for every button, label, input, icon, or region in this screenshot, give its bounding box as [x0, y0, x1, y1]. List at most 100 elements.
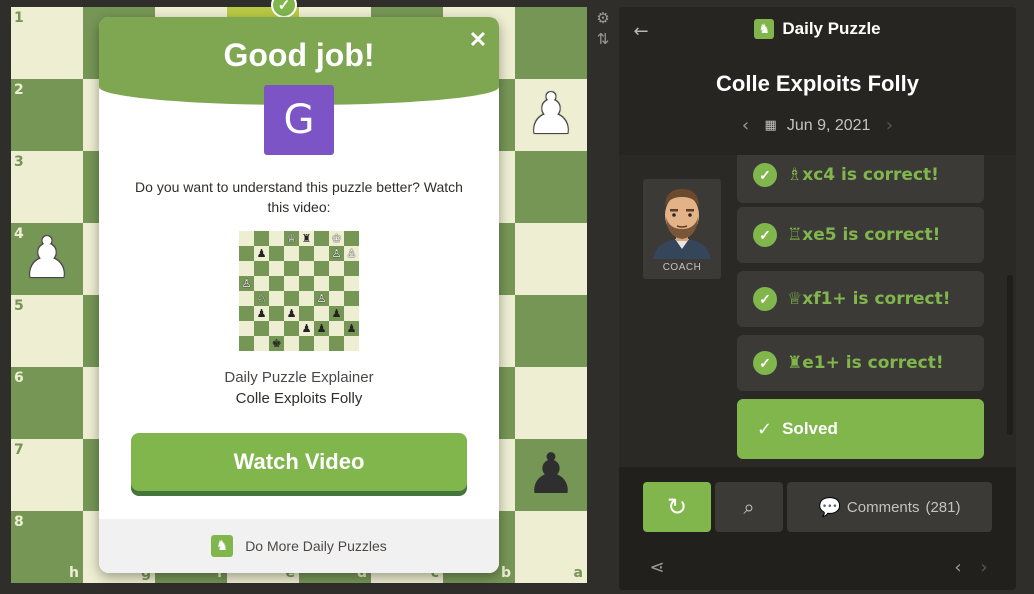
mini-board-square — [314, 276, 329, 291]
mini-board-square — [254, 276, 269, 291]
mini-board-square — [344, 276, 359, 291]
board-square-h1[interactable]: 1 — [11, 7, 83, 79]
feedback-message: ✓ ♗xc4 is correct! — [737, 155, 984, 203]
coach-face-icon — [643, 179, 721, 259]
mini-board-square — [269, 276, 284, 291]
calendar-icon: ▦ — [764, 118, 777, 133]
board-square-h2[interactable]: 2 — [11, 79, 83, 151]
chess-piece[interactable]: ♟ — [11, 223, 83, 295]
mini-board-square — [269, 321, 284, 336]
board-square-h7[interactable]: 7 — [11, 439, 83, 511]
mini-board-square — [344, 291, 359, 306]
mini-board-square: ♕ — [284, 231, 299, 246]
mini-board-square — [254, 261, 269, 276]
next-icon[interactable]: › — [975, 557, 993, 578]
coach-feedback-area[interactable]: COACH ✓ ♗xc4 is correct! ✓ ♖xe5 is corre… — [619, 155, 1016, 467]
feedback-text: ♕xf1+ is correct! — [787, 289, 951, 309]
more-daily-puzzles-link[interactable]: ♞ Do More Daily Puzzles — [99, 519, 499, 573]
chat-bubble-icon: 💬 — [818, 496, 841, 518]
video-thumbnail[interactable]: ♕ ♜ ♔ ♟ ♙ ♙ ♙ ♘ ♙ ♟ ♟ ♟ ♟ ♟ ♟ ♚ — [239, 231, 359, 351]
mini-board-square — [329, 276, 344, 291]
mini-board-square: ♟ — [284, 306, 299, 321]
flip-board-icon[interactable]: ⇅ — [595, 30, 611, 48]
mini-board-square: ♟ — [344, 321, 359, 336]
mini-board-square — [269, 246, 284, 261]
mini-board-square — [239, 306, 254, 321]
feedback-text: ♜e1+ is correct! — [787, 353, 944, 373]
mini-board-square: ♙ — [344, 246, 359, 261]
mini-board-square — [299, 276, 314, 291]
video-label: Daily Puzzle Explainer — [224, 369, 374, 386]
mini-board-square — [329, 321, 344, 336]
analysis-button[interactable]: ⌕ — [715, 482, 783, 532]
rank-label: 3 — [14, 154, 24, 170]
mini-board-square — [269, 231, 284, 246]
mini-board-square — [284, 291, 299, 306]
video-prompt-text: Do you want to understand this puzzle be… — [135, 179, 463, 215]
board-square-a1[interactable] — [515, 7, 587, 79]
gear-icon[interactable]: ⚙ — [595, 9, 611, 27]
daily-puzzle-icon: ♞ — [211, 535, 234, 557]
chevron-left-icon[interactable]: ‹ — [737, 115, 755, 136]
board-square-a3[interactable] — [515, 151, 587, 223]
mini-board-square — [344, 231, 359, 246]
mini-board-square — [284, 261, 299, 276]
puzzle-date[interactable]: Jun 9, 2021 — [787, 117, 871, 135]
board-square-a7[interactable]: ♟ — [515, 439, 587, 511]
mini-board-square — [329, 336, 344, 351]
mini-board-square — [269, 261, 284, 276]
puzzle-name: Colle Exploits Folly — [716, 71, 919, 96]
mini-board-square — [299, 291, 314, 306]
board-square-a5[interactable] — [515, 295, 587, 367]
board-square-h8[interactable]: 8h — [11, 511, 83, 583]
board-square-a4[interactable] — [515, 223, 587, 295]
rank-label: 6 — [14, 370, 24, 386]
mini-board-square — [254, 336, 269, 351]
previous-icon[interactable]: ‹ — [949, 557, 967, 578]
daily-puzzle-app: 1♜♜2♟34♟5♟67♟8hg♟fedcba ⚙ ⇅ Good job! ✕ … — [0, 0, 1034, 594]
feedback-message: ✓ ♖xe5 is correct! — [737, 207, 984, 263]
board-square-h5[interactable]: 5 — [11, 295, 83, 367]
board-square-h3[interactable]: 3 — [11, 151, 83, 223]
panel-title-group: ♞ Daily Puzzle — [619, 19, 1016, 39]
mini-board-square: ♟ — [299, 321, 314, 336]
scrollbar[interactable] — [1007, 275, 1013, 435]
mini-board-square — [284, 321, 299, 336]
mini-board-square — [239, 231, 254, 246]
panel-title: Daily Puzzle — [782, 19, 881, 38]
feedback-message: ✓ ♜e1+ is correct! — [737, 335, 984, 391]
puzzle-side-panel: ← ♞ Daily Puzzle Colle Exploits Folly ‹ … — [619, 7, 1016, 590]
board-square-h6[interactable]: 6 — [11, 367, 83, 439]
check-circle-icon: ✓ — [753, 351, 777, 375]
rank-label: 7 — [14, 442, 24, 458]
board-square-a2[interactable]: ♟ — [515, 79, 587, 151]
mini-board-square — [239, 321, 254, 336]
mini-board-square: ♟ — [254, 246, 269, 261]
file-label: b — [500, 565, 511, 581]
board-square-h4[interactable]: 4 ♟ — [11, 223, 83, 295]
share-icon[interactable]: ⋖ — [647, 557, 667, 578]
checkmark-icon: ✓ — [757, 418, 773, 440]
file-label: h — [69, 565, 79, 581]
rank-label: 2 — [14, 82, 24, 98]
mini-board-square — [314, 231, 329, 246]
chess-piece[interactable]: ♟ — [515, 439, 587, 511]
mini-board-square: ♜ — [299, 231, 314, 246]
rank-label: 5 — [14, 298, 24, 314]
close-icon[interactable]: ✕ — [467, 27, 489, 52]
comments-button[interactable]: 💬 Comments (281) — [787, 482, 992, 532]
mini-board-square: ♟ — [254, 306, 269, 321]
board-square-a6[interactable] — [515, 367, 587, 439]
mini-board-square — [314, 261, 329, 276]
mini-board-square: ♟ — [329, 306, 344, 321]
board-square-a8[interactable]: a — [515, 511, 587, 583]
chevron-right-icon[interactable]: › — [880, 115, 898, 136]
check-circle-icon: ✓ — [753, 287, 777, 311]
mini-board-square — [299, 246, 314, 261]
chess-piece[interactable]: ♟ — [515, 79, 587, 151]
feedback-message: ✓ ♕xf1+ is correct! — [737, 271, 984, 327]
retry-button[interactable]: ↻ — [643, 482, 711, 532]
mini-board-square — [254, 231, 269, 246]
watch-video-button[interactable]: Watch Video — [131, 433, 467, 491]
panel-header: ← ♞ Daily Puzzle Colle Exploits Folly ‹ … — [619, 7, 1016, 155]
